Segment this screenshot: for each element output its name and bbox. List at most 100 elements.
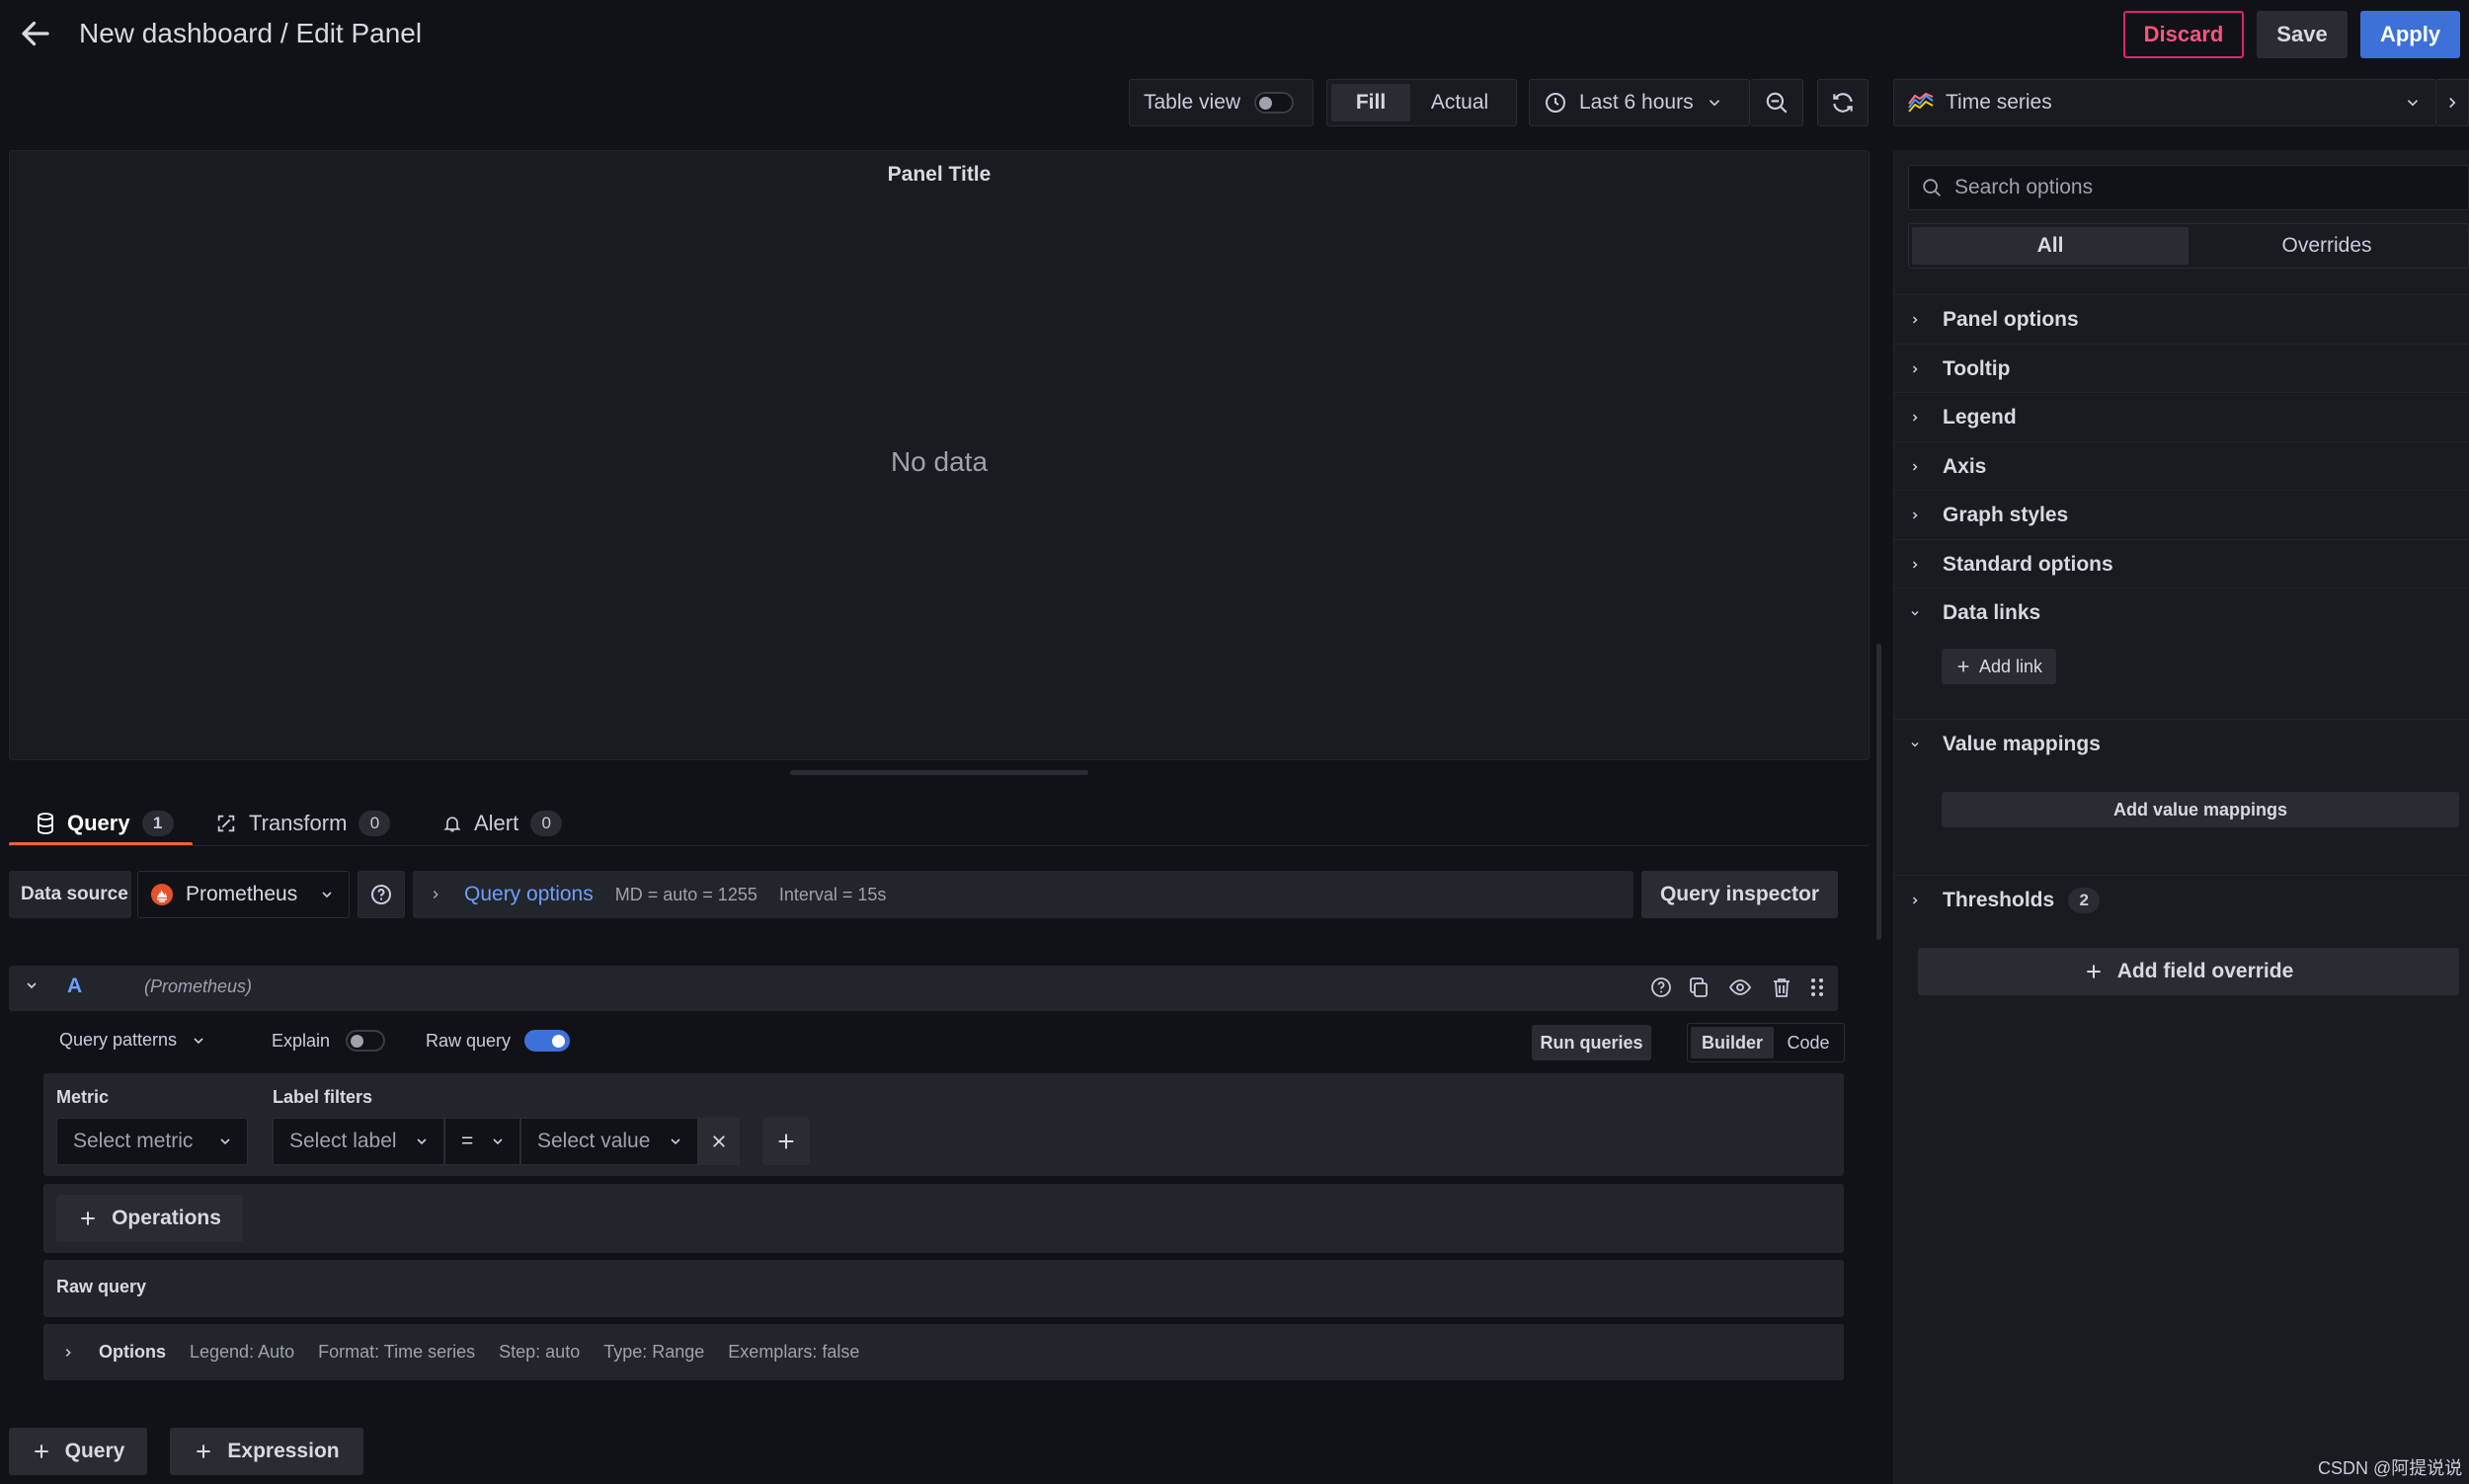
chevron-right-icon — [1909, 559, 1921, 571]
tab-alert[interactable]: Alert 0 — [442, 802, 563, 845]
category-panel-options[interactable]: Panel options — [1893, 294, 2469, 344]
fill-button[interactable]: Fill — [1331, 84, 1410, 121]
discard-button[interactable]: Discard — [2123, 11, 2244, 58]
zoom-out-button[interactable] — [1750, 79, 1803, 126]
table-view-switch[interactable] — [1254, 92, 1295, 114]
explain-switch[interactable] — [346, 1030, 386, 1052]
tab-transform[interactable]: Transform 0 — [215, 802, 391, 845]
chevron-down-icon — [1909, 739, 1921, 750]
label-select[interactable]: Select label — [273, 1118, 444, 1165]
category-axis[interactable]: Axis — [1893, 441, 2469, 491]
value-select[interactable]: Select value — [520, 1118, 698, 1165]
no-data-message: No data — [890, 446, 989, 477]
category-data-links[interactable]: Data links — [1893, 587, 2469, 637]
actual-button[interactable]: Actual — [1410, 84, 1509, 121]
category-label: Thresholds — [1943, 888, 2055, 911]
tab-query-count: 1 — [141, 811, 174, 836]
eye-icon[interactable] — [1728, 976, 1754, 1001]
chevron-down-icon — [1909, 607, 1921, 619]
builder-mode-button[interactable]: Builder — [1691, 1027, 1774, 1058]
raw-query-label: Raw query — [426, 1030, 512, 1051]
query-patterns-select[interactable]: Query patterns — [59, 1030, 206, 1051]
add-expression-label: Expression — [227, 1440, 340, 1462]
duplicate-icon[interactable] — [1687, 976, 1712, 1001]
code-mode-button[interactable]: Code — [1778, 1027, 1839, 1058]
database-icon — [36, 813, 55, 834]
query-inspector-button[interactable]: Query inspector — [1641, 871, 1838, 918]
back-arrow-icon[interactable] — [18, 16, 53, 51]
explain-toggle[interactable]: Explain — [272, 1030, 386, 1052]
chevron-down-icon[interactable] — [24, 977, 40, 993]
thresholds-count: 2 — [2068, 887, 2101, 913]
overrides-button[interactable]: Overrides — [2189, 227, 2465, 265]
all-options-button[interactable]: All — [1912, 227, 2189, 265]
add-query-button[interactable]: Query — [9, 1428, 147, 1475]
remove-filter-button[interactable] — [698, 1118, 740, 1165]
operator-select[interactable]: = — [444, 1118, 520, 1165]
refresh-button[interactable] — [1817, 79, 1869, 126]
chevron-right-icon — [1909, 895, 1921, 906]
category-legend[interactable]: Legend — [1893, 392, 2469, 441]
category-standard-options[interactable]: Standard options — [1893, 539, 2469, 588]
query-datasource-name: (Prometheus) — [144, 976, 253, 996]
plus-icon — [2084, 962, 2104, 981]
add-expression-button[interactable]: Expression — [170, 1428, 363, 1475]
query-ref-id[interactable]: A — [67, 975, 82, 998]
tab-query[interactable]: Query 1 — [36, 802, 174, 845]
help-icon[interactable] — [1649, 976, 1675, 1001]
data-source-help-button[interactable] — [358, 871, 405, 918]
category-value-mappings[interactable]: Value mappings — [1893, 719, 2469, 768]
table-view-toggle[interactable]: Table view — [1129, 79, 1314, 126]
category-label: Legend — [1943, 405, 2017, 429]
query-options-link[interactable]: Query options — [464, 883, 594, 906]
data-source-select[interactable]: Prometheus — [137, 871, 350, 918]
drag-handle-icon[interactable] — [1807, 976, 1833, 1001]
label-placeholder: Select label — [289, 1130, 397, 1152]
category-label: Graph styles — [1943, 503, 2069, 526]
raw-query-section-label: Raw query — [56, 1277, 147, 1296]
chevron-down-icon — [1706, 94, 1723, 112]
panel-resize-handle[interactable] — [790, 770, 1088, 775]
category-label: Standard options — [1943, 552, 2113, 576]
chevron-right-icon — [2443, 94, 2461, 112]
zoom-out-icon — [1764, 90, 1790, 116]
query-options-section[interactable]: Options Legend: Auto Format: Time series… — [43, 1324, 1844, 1380]
tab-query-label: Query — [67, 811, 130, 835]
run-queries-button[interactable]: Run queries — [1532, 1025, 1651, 1060]
metric-select[interactable]: Select metric — [56, 1118, 248, 1165]
add-filter-button[interactable] — [762, 1118, 810, 1165]
close-icon — [710, 1133, 728, 1150]
plus-icon — [194, 1442, 213, 1461]
value-placeholder: Select value — [537, 1130, 651, 1152]
pane-splitter-handle[interactable] — [1876, 644, 1881, 940]
category-tooltip[interactable]: Tooltip — [1893, 344, 2469, 393]
visualization-picker[interactable]: Time series — [1893, 79, 2436, 126]
collapse-options-pane-button[interactable] — [2436, 79, 2469, 126]
category-label: Value mappings — [1943, 732, 2101, 755]
options-legend: Legend: Auto — [190, 1342, 295, 1362]
category-thresholds[interactable]: Thresholds 2 — [1893, 875, 2469, 924]
add-link-button[interactable]: Add link — [1942, 649, 2056, 684]
category-label: Axis — [1943, 454, 1987, 478]
time-range-picker[interactable]: Last 6 hours — [1529, 79, 1750, 126]
tab-transform-label: Transform — [249, 811, 348, 835]
search-options-input[interactable]: Search options — [1908, 165, 2469, 210]
add-field-override-button[interactable]: Add field override — [1918, 948, 2459, 995]
chevron-down-icon — [668, 1133, 683, 1149]
save-button[interactable]: Save — [2257, 11, 2348, 58]
add-query-label: Query — [64, 1440, 125, 1462]
raw-query-switch[interactable] — [524, 1030, 571, 1052]
add-value-mappings-button[interactable]: Add value mappings — [1942, 792, 2459, 827]
query-row-header — [9, 966, 1838, 1011]
panel-title[interactable]: Panel Title — [10, 163, 1869, 187]
tab-alert-label: Alert — [474, 811, 519, 835]
refresh-icon — [1830, 90, 1856, 116]
category-graph-styles[interactable]: Graph styles — [1893, 490, 2469, 539]
raw-query-toggle[interactable]: Raw query — [426, 1030, 571, 1052]
operations-button[interactable]: Operations — [56, 1195, 243, 1242]
watermark: CSDN @阿提说说 — [2318, 1458, 2463, 1478]
trash-icon[interactable] — [1770, 976, 1795, 1001]
tabs-divider — [9, 845, 1870, 846]
apply-button[interactable]: Apply — [2360, 11, 2460, 58]
query-options-row[interactable]: Query options MD = auto = 1255 Interval … — [413, 871, 1633, 918]
